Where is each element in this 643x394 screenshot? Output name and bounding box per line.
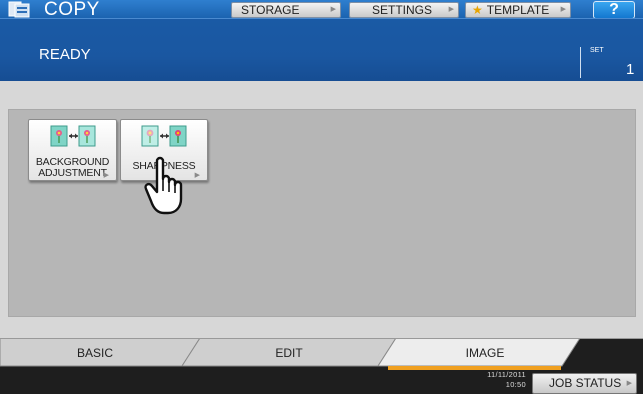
background-adjustment-button[interactable]: BACKGROUND ADJUSTMENT ▶ <box>28 119 117 181</box>
tab-image[interactable]: IMAGE <box>420 346 550 360</box>
sharpness-icon <box>141 125 187 147</box>
arrow-right-icon: ▶ <box>103 172 109 179</box>
job-status-label: JOB STATUS <box>549 376 622 390</box>
title-bar: COPY STORAGE ▶ SETTINGS ▶ ★ TEMPLATE ▶ ? <box>0 0 643 20</box>
arrow-right-icon: ▶ <box>448 6 454 13</box>
tab-basic[interactable]: BASIC <box>30 346 160 360</box>
status-bar: READY SET 1 <box>0 18 643 81</box>
sharpness-button[interactable]: SHARPNESS ▶ <box>120 119 208 181</box>
arrow-right-icon: ▶ <box>330 6 336 13</box>
storage-button-label: STORAGE <box>241 3 300 17</box>
settings-button[interactable]: SETTINGS ▶ <box>349 2 459 18</box>
date-time: 11/11/2011 10:50 <box>458 370 526 390</box>
date-text: 11/11/2011 <box>487 370 526 379</box>
arrow-right-icon: ▶ <box>626 380 632 387</box>
set-label: SET <box>590 47 604 54</box>
work-area: BACKGROUND ADJUSTMENT ▶ SHARPNESS ▶ <box>0 81 643 338</box>
template-button[interactable]: ★ TEMPLATE ▶ <box>465 2 571 18</box>
copy-count: 1 <box>626 61 635 78</box>
background-adjustment-icon <box>50 125 95 147</box>
storage-button[interactable]: STORAGE ▶ <box>231 2 341 18</box>
divider <box>580 47 581 78</box>
status-message: READY <box>39 46 91 63</box>
settings-button-label: SETTINGS <box>372 3 433 17</box>
copy-icon <box>8 1 30 18</box>
arrow-right-icon: ▶ <box>194 172 200 179</box>
star-icon: ★ <box>472 3 483 17</box>
help-button[interactable]: ? <box>593 1 635 19</box>
template-button-label: TEMPLATE <box>486 3 550 17</box>
job-status-button[interactable]: JOB STATUS ▶ <box>532 373 637 394</box>
arrow-right-icon: ▶ <box>560 6 566 13</box>
tab-edit[interactable]: EDIT <box>224 346 354 360</box>
time-text: 10:50 <box>505 380 526 389</box>
